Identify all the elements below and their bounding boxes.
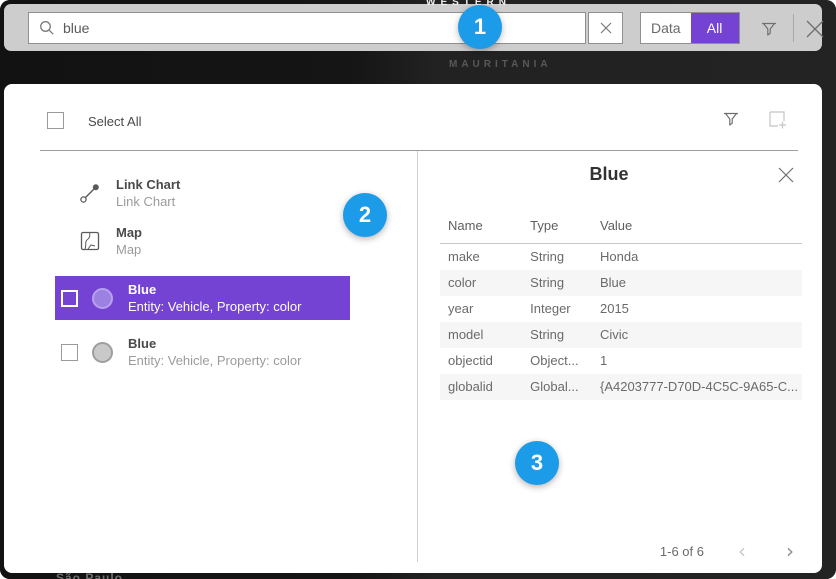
- select-all-checkbox[interactable]: [47, 112, 64, 129]
- attr-value: 1: [592, 348, 802, 374]
- search-box: [28, 12, 586, 44]
- search-icon: [39, 20, 55, 36]
- search-input[interactable]: [63, 20, 585, 36]
- search-toolbar: Data All: [4, 4, 822, 51]
- callout-badge-1: 1: [458, 5, 502, 49]
- clear-search-button[interactable]: [588, 12, 623, 44]
- result-item-link-chart[interactable]: Link Chart Link Chart: [55, 172, 350, 214]
- search-results-panel: Select All Link Chart Link Chart: [4, 84, 822, 573]
- results-header: Select All: [4, 84, 822, 150]
- attr-type: String: [522, 322, 592, 348]
- attr-name: make: [440, 244, 522, 270]
- table-row: color String Blue: [440, 270, 802, 296]
- attr-type: String: [522, 244, 592, 270]
- attr-value: {A4203777-D70D-4C5C-9A65-C...: [592, 374, 802, 400]
- attr-value: Civic: [592, 322, 802, 348]
- attribute-table: Name Type Value make String Honda color …: [440, 212, 802, 400]
- attr-type: Integer: [522, 296, 592, 322]
- pagination-next-icon[interactable]: ›: [780, 543, 800, 559]
- results-filter-icon[interactable]: [718, 106, 744, 132]
- entity-property-icon: [90, 284, 114, 312]
- attr-name: model: [440, 322, 522, 348]
- result-item-map[interactable]: Map Map: [55, 220, 350, 262]
- result-checkbox[interactable]: [61, 344, 78, 361]
- table-row: model String Civic: [440, 322, 802, 348]
- panel-vertical-divider: [417, 151, 418, 562]
- attr-value: 2015: [592, 296, 802, 322]
- filter-icon[interactable]: [756, 16, 782, 42]
- add-to-selection-icon[interactable]: [764, 106, 790, 132]
- search-overlay-screen: MAURITANIA São Paulo WESTERN Data All 1 …: [0, 0, 836, 579]
- pagination: 1-6 of 6 ‹ ›: [660, 543, 800, 559]
- result-checkbox[interactable]: [61, 290, 78, 307]
- table-row: make String Honda: [440, 244, 802, 270]
- pagination-range: 1-6 of 6: [660, 544, 704, 559]
- result-item-blue-selected[interactable]: Blue Entity: Vehicle, Property: color: [55, 276, 350, 320]
- result-title: Blue: [128, 281, 301, 298]
- attr-type: Object...: [522, 348, 592, 374]
- table-row: globalid Global... {A4203777-D70D-4C5C-9…: [440, 374, 802, 400]
- detail-close-icon[interactable]: [775, 164, 797, 186]
- toolbar-divider: [793, 14, 794, 42]
- callout-badge-2: 2: [343, 193, 387, 237]
- result-subtitle: Entity: Vehicle, Property: color: [128, 298, 301, 315]
- table-row: objectid Object... 1: [440, 348, 802, 374]
- attr-value: Honda: [592, 244, 802, 270]
- scope-option-all[interactable]: All: [691, 13, 739, 43]
- attr-name: color: [440, 270, 522, 296]
- header-divider: [40, 150, 798, 151]
- map-label-mauritania: MAURITANIA: [449, 59, 552, 70]
- attr-type: String: [522, 270, 592, 296]
- scope-toggle: Data All: [640, 12, 740, 44]
- map-icon: [78, 227, 102, 255]
- select-all-label: Select All: [88, 114, 141, 129]
- pagination-prev-icon[interactable]: ‹: [732, 543, 752, 559]
- column-header-type: Type: [522, 212, 592, 244]
- close-search-icon[interactable]: [802, 16, 828, 42]
- result-subtitle: Map: [116, 241, 142, 258]
- attr-name: globalid: [440, 374, 522, 400]
- result-title: Link Chart: [116, 176, 180, 193]
- attribute-table-header: Name Type Value: [440, 212, 802, 244]
- scope-option-data[interactable]: Data: [641, 13, 691, 43]
- table-row: year Integer 2015: [440, 296, 802, 322]
- attr-name: objectid: [440, 348, 522, 374]
- link-chart-icon: [78, 179, 102, 207]
- result-item-blue[interactable]: Blue Entity: Vehicle, Property: color: [55, 330, 350, 374]
- callout-badge-3: 3: [515, 441, 559, 485]
- column-header-name: Name: [440, 212, 522, 244]
- result-subtitle: Entity: Vehicle, Property: color: [128, 352, 301, 369]
- attr-type: Global...: [522, 374, 592, 400]
- result-subtitle: Link Chart: [116, 193, 180, 210]
- column-header-value: Value: [592, 212, 802, 244]
- attr-name: year: [440, 296, 522, 322]
- detail-title: Blue: [418, 164, 800, 185]
- entity-property-icon: [90, 338, 114, 366]
- result-title: Blue: [128, 335, 301, 352]
- attr-value: Blue: [592, 270, 802, 296]
- result-title: Map: [116, 224, 142, 241]
